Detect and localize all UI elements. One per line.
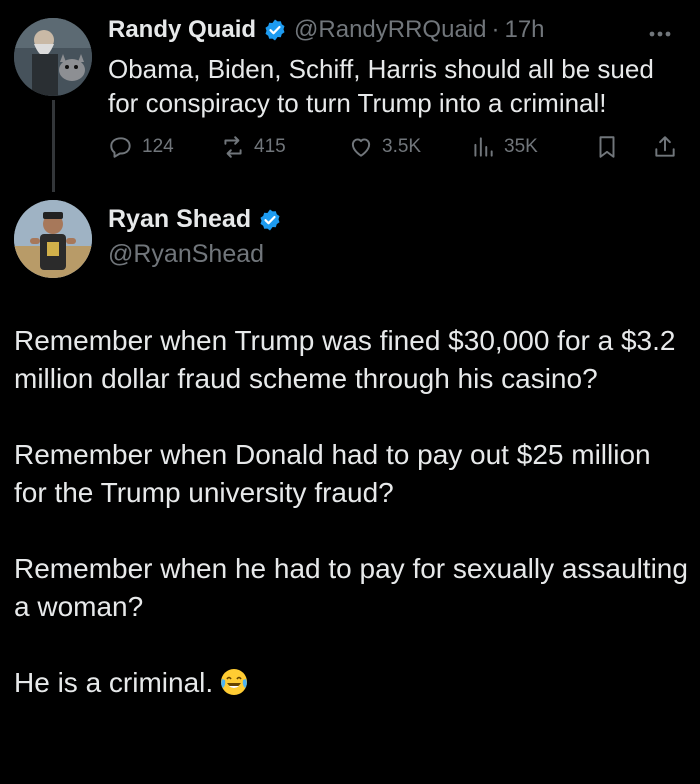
- repost-count: 415: [254, 136, 286, 157]
- tweet-header: Ryan Shead: [108, 205, 289, 234]
- repost-icon: [224, 136, 242, 158]
- views-count: 35K: [504, 136, 538, 157]
- avatar[interactable]: [14, 18, 92, 96]
- avatar-man-outdoors-icon: [14, 200, 92, 278]
- verified-badge-icon: [265, 19, 285, 41]
- bookmark-button[interactable]: [594, 130, 628, 164]
- tweet-paragraph: Remember when Donald had to pay out $25 …: [14, 439, 651, 508]
- tweet-actions: 124 415 3.5K 35K: [108, 130, 688, 164]
- timestamp[interactable]: 17h: [504, 16, 544, 44]
- heart-icon: [351, 138, 371, 157]
- tweet-header: Randy Quaid @RandyRRQuaid · 17h: [108, 16, 545, 44]
- face-with-tears-of-joy-icon: [221, 669, 248, 695]
- tweet-paragraph: Remember when he had to pay for sexually…: [14, 553, 688, 622]
- reply-icon: [110, 137, 131, 158]
- handle[interactable]: @RandyRRQuaid: [294, 16, 486, 44]
- dot-separator: ·: [491, 16, 500, 43]
- tweet-body: Remember when Trump was fined $30,000 fo…: [14, 322, 690, 702]
- reply-count: 124: [142, 136, 174, 157]
- more-options-icon[interactable]: [640, 22, 680, 46]
- views-button[interactable]: 35K: [470, 130, 538, 164]
- thread-connector-line: [52, 100, 55, 192]
- share-icon: [655, 136, 675, 157]
- like-button[interactable]: 3.5K: [348, 130, 421, 164]
- handle[interactable]: @RyanShead: [108, 240, 264, 269]
- tweet-paragraph: Remember when Trump was fined $30,000 fo…: [14, 325, 676, 394]
- views-chart-icon: [474, 137, 493, 157]
- share-button[interactable]: [652, 130, 686, 164]
- display-name[interactable]: Randy Quaid: [108, 16, 256, 44]
- avatar[interactable]: [14, 200, 92, 278]
- avatar-man-with-dog-icon: [14, 18, 92, 96]
- bookmark-icon: [599, 136, 615, 158]
- display-name[interactable]: Ryan Shead: [108, 205, 251, 234]
- repost-button[interactable]: 415: [220, 130, 286, 164]
- tweet-last-paragraph: He is a criminal.: [14, 664, 690, 702]
- tweet-paragraph: He is a criminal.: [14, 667, 214, 698]
- verified-badge-icon: [260, 209, 280, 230]
- reply-button[interactable]: 124: [108, 130, 174, 164]
- like-count: 3.5K: [382, 136, 422, 157]
- tweet-text: Obama, Biden, Schiff, Harris should all …: [108, 54, 654, 118]
